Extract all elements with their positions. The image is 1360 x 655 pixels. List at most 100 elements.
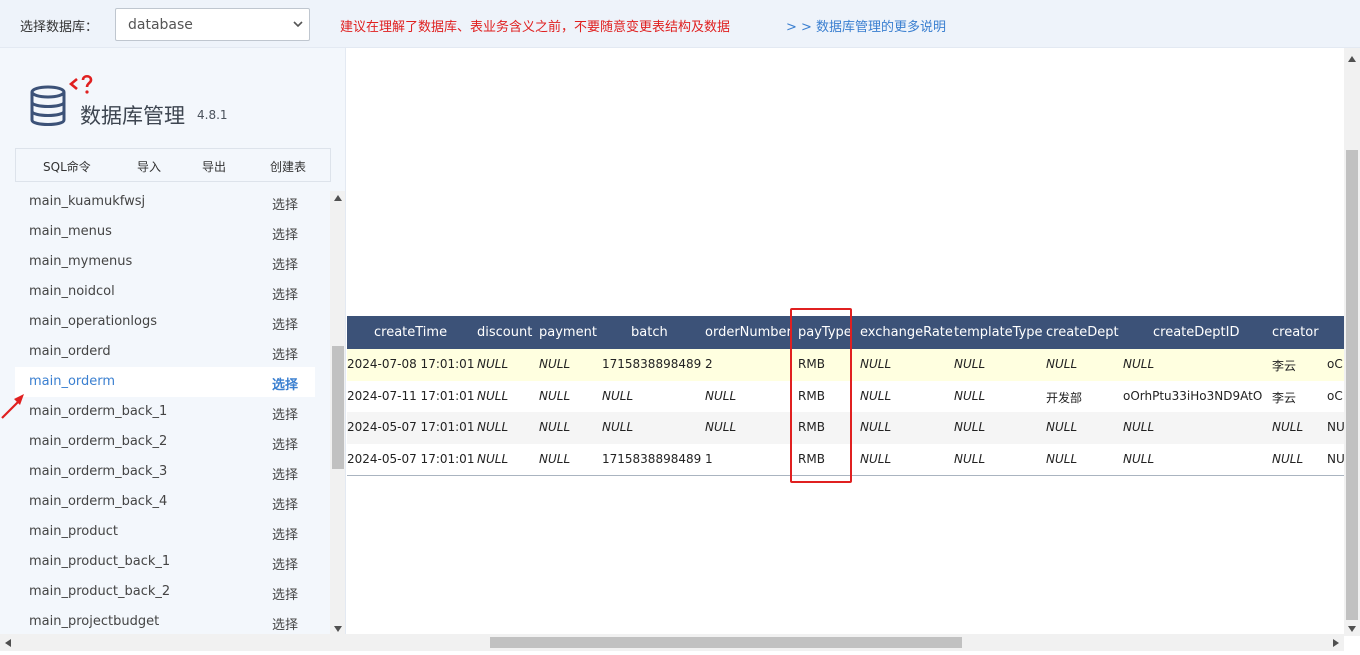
cell-discount[interactable]: NULL	[477, 389, 508, 403]
cell-createdept[interactable]: NULL	[1046, 357, 1077, 371]
table-name[interactable]: main_noidcol	[29, 284, 115, 299]
cell-exchangerate[interactable]: NULL	[860, 452, 891, 466]
cell-batch[interactable]: 1715838898489	[602, 357, 701, 371]
sidebar-scroll-thumb[interactable]	[332, 346, 344, 469]
cell-createdept[interactable]: 开发部	[1046, 389, 1082, 406]
select-table-button[interactable]: 选择	[272, 584, 298, 603]
scroll-right-icon[interactable]	[1333, 639, 1339, 647]
table-list-item[interactable]: main_projectbudget 选择	[15, 607, 315, 636]
scroll-left-icon[interactable]	[5, 639, 11, 647]
cell-exchangerate[interactable]: NULL	[860, 357, 891, 371]
select-table-button[interactable]: 选择	[272, 434, 298, 453]
table-name[interactable]: main_operationlogs	[29, 314, 157, 329]
main-scroll-thumb[interactable]	[1346, 150, 1358, 620]
cell-oc[interactable]: NU	[1327, 452, 1344, 466]
scroll-up-icon[interactable]	[334, 195, 342, 201]
table-name[interactable]: main_menus	[29, 224, 112, 239]
table-name[interactable]: main_projectbudget	[29, 614, 159, 629]
cell-ordernumber[interactable]: NULL	[705, 389, 736, 403]
table-list-item[interactable]: main_operationlogs 选择	[15, 307, 315, 337]
select-table-button[interactable]: 选择	[272, 464, 298, 483]
column-header-ordernumber[interactable]: orderNumber	[705, 325, 792, 340]
cell-creator[interactable]: NULL	[1272, 452, 1303, 466]
sidebar-scrollbar[interactable]	[330, 191, 345, 636]
table-list-item[interactable]: main_mymenus 选择	[15, 247, 315, 277]
select-table-button[interactable]: 选择	[272, 254, 298, 273]
select-table-button[interactable]: 选择	[272, 224, 298, 243]
horizontal-scroll-thumb[interactable]	[490, 637, 962, 648]
column-header-batch[interactable]: batch	[631, 325, 668, 340]
table-list-item[interactable]: main_menus 选择	[15, 217, 315, 247]
cell-discount[interactable]: NULL	[477, 452, 508, 466]
cell-createtime[interactable]: 2024-05-07 17:01:01	[347, 420, 474, 434]
table-list-item[interactable]: main_orderm_back_4 选择	[15, 487, 315, 517]
table-name[interactable]: main_orderm_back_2	[29, 434, 167, 449]
cell-exchangerate[interactable]: NULL	[860, 420, 891, 434]
cell-createdeptid[interactable]: NULL	[1123, 452, 1154, 466]
select-table-button[interactable]: 选择	[272, 614, 298, 633]
table-list-item[interactable]: main_orderm 选择	[15, 367, 315, 397]
cell-batch[interactable]: 1715838898489	[602, 452, 701, 466]
cell-createtime[interactable]: 2024-07-11 17:01:01	[347, 389, 474, 403]
column-header-createdept[interactable]: createDept	[1046, 325, 1119, 340]
scroll-down-icon[interactable]	[1348, 626, 1356, 632]
cell-templatetype[interactable]: NULL	[954, 420, 985, 434]
select-table-button[interactable]: 选择	[272, 374, 298, 393]
cell-templatetype[interactable]: NULL	[954, 452, 985, 466]
scroll-up-icon[interactable]	[1348, 56, 1356, 62]
cell-createtime[interactable]: 2024-07-08 17:01:01	[347, 357, 474, 371]
table-name[interactable]: main_product_back_1	[29, 554, 170, 569]
cell-ordernumber[interactable]: 1	[705, 452, 713, 466]
cell-creator[interactable]: NULL	[1272, 420, 1303, 434]
cell-createdeptid[interactable]: NULL	[1123, 420, 1154, 434]
select-table-button[interactable]: 选择	[272, 314, 298, 333]
cell-createdept[interactable]: NULL	[1046, 420, 1077, 434]
table-list-item[interactable]: main_orderm_back_2 选择	[15, 427, 315, 457]
table-list-item[interactable]: main_kuamukfwsj 选择	[15, 187, 315, 217]
table-list-item[interactable]: main_orderm_back_3 选择	[15, 457, 315, 487]
table-list-item[interactable]: main_product_back_2 选择	[15, 577, 315, 607]
table-name[interactable]: main_orderm	[29, 374, 115, 389]
cell-discount[interactable]: NULL	[477, 420, 508, 434]
column-header-creator[interactable]: creator	[1272, 325, 1319, 340]
table-name[interactable]: main_orderm_back_1	[29, 404, 167, 419]
cell-ordernumber[interactable]: 2	[705, 357, 713, 371]
table-name[interactable]: main_orderm_back_3	[29, 464, 167, 479]
cell-exchangerate[interactable]: NULL	[860, 389, 891, 403]
table-list-item[interactable]: main_orderm_back_1 选择	[15, 397, 315, 427]
select-table-button[interactable]: 选择	[272, 344, 298, 363]
export-button[interactable]: 导出	[202, 158, 226, 175]
table-name[interactable]: main_product_back_2	[29, 584, 170, 599]
select-table-button[interactable]: 选择	[272, 194, 298, 213]
cell-oc[interactable]: NU	[1327, 420, 1344, 434]
table-name[interactable]: main_mymenus	[29, 254, 132, 269]
more-info-link[interactable]: > > 数据库管理的更多说明	[786, 16, 946, 35]
select-table-button[interactable]: 选择	[272, 524, 298, 543]
sql-command-button[interactable]: SQL命令	[43, 158, 91, 175]
cell-templatetype[interactable]: NULL	[954, 357, 985, 371]
table-name[interactable]: main_orderm_back_4	[29, 494, 167, 509]
table-list-item[interactable]: main_orderd 选择	[15, 337, 315, 367]
column-header-templatetype[interactable]: templateType	[954, 325, 1043, 340]
cell-payment[interactable]: NULL	[539, 452, 570, 466]
cell-oc[interactable]: oC	[1327, 357, 1343, 371]
cell-oc[interactable]: oC	[1327, 389, 1343, 403]
select-table-button[interactable]: 选择	[272, 284, 298, 303]
cell-batch[interactable]: NULL	[602, 389, 633, 403]
cell-payment[interactable]: NULL	[539, 357, 570, 371]
cell-creator[interactable]: 李云	[1272, 389, 1296, 406]
cell-createdeptid[interactable]: NULL	[1123, 357, 1154, 371]
create-table-button[interactable]: 创建表	[270, 158, 306, 175]
cell-payment[interactable]: NULL	[539, 389, 570, 403]
column-header-createdeptid[interactable]: createDeptID	[1153, 325, 1239, 340]
table-name[interactable]: main_kuamukfwsj	[29, 194, 145, 209]
cell-creator[interactable]: 李云	[1272, 357, 1296, 374]
cell-templatetype[interactable]: NULL	[954, 389, 985, 403]
cell-ordernumber[interactable]: NULL	[705, 420, 736, 434]
table-list-item[interactable]: main_noidcol 选择	[15, 277, 315, 307]
table-list-item[interactable]: main_product_back_1 选择	[15, 547, 315, 577]
table-name[interactable]: main_product	[29, 524, 118, 539]
select-table-button[interactable]: 选择	[272, 554, 298, 573]
cell-createtime[interactable]: 2024-05-07 17:01:01	[347, 452, 474, 466]
cell-discount[interactable]: NULL	[477, 357, 508, 371]
